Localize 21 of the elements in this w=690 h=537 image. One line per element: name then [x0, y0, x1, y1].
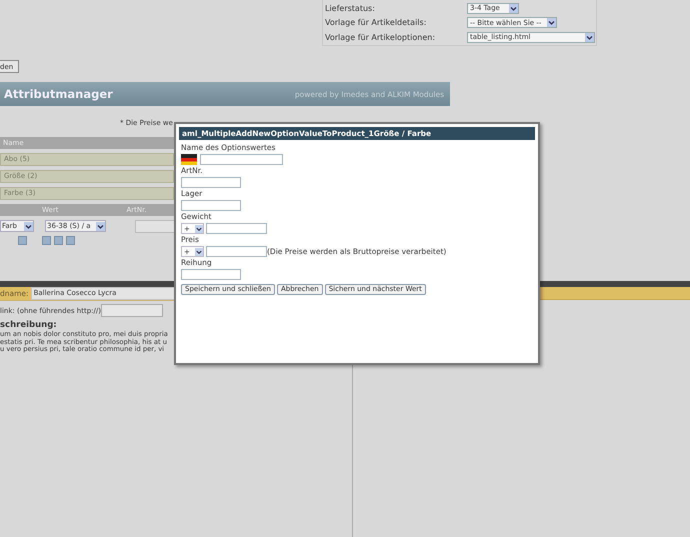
dropdown-icon: [585, 32, 594, 42]
dropdown-icon: [195, 248, 203, 256]
input-field[interactable]: [206, 246, 267, 257]
input-field[interactable]: [181, 269, 241, 280]
module-title: Attributmanager: [4, 87, 113, 101]
dropdown-icon: [195, 224, 203, 232]
link-field[interactable]: [100, 304, 163, 317]
german-flag-icon: [181, 154, 197, 165]
description-label: schreibung:: [0, 320, 58, 330]
setting-label: Vorlage für Artikeldetails:: [324, 18, 428, 28]
input-field[interactable]: [181, 177, 241, 188]
input-field[interactable]: [181, 200, 241, 211]
dropdown-icon: [24, 222, 33, 230]
setting-label: Lieferstatus:: [324, 4, 376, 13]
dropdown-icon: [547, 18, 556, 28]
input-field[interactable]: [200, 154, 283, 165]
input-field[interactable]: [206, 223, 267, 234]
dropdown-icon: [509, 4, 518, 13]
dropdown-icon: [96, 222, 105, 230]
setting-label: Vorlage für Artikeloptionen:: [324, 32, 436, 42]
action-icon[interactable]: [18, 236, 27, 245]
